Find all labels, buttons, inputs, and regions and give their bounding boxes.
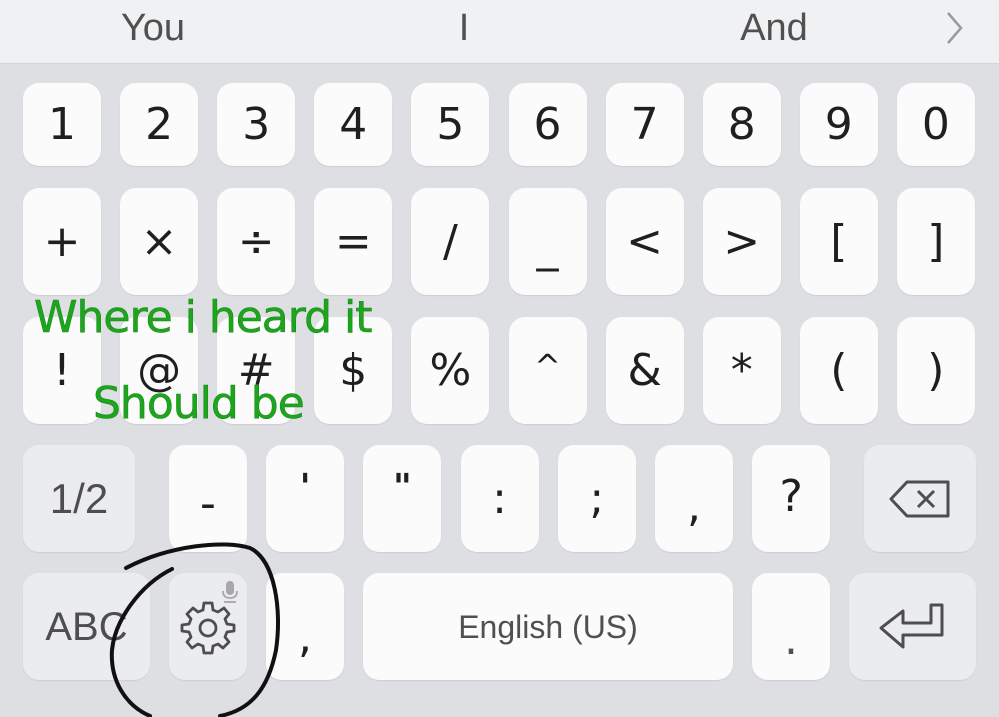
key-label: & bbox=[627, 344, 662, 396]
key-semicolon[interactable]: ; bbox=[557, 445, 636, 552]
key-label: = bbox=[334, 215, 372, 267]
enter-icon bbox=[879, 603, 943, 648]
key-left-paren[interactable]: ( bbox=[799, 317, 878, 424]
key-label: ÷ bbox=[237, 215, 275, 267]
microphone-icon bbox=[222, 581, 238, 603]
key-multiply[interactable]: × bbox=[120, 188, 199, 295]
settings-key[interactable] bbox=[169, 573, 247, 680]
key-label: 2 bbox=[145, 98, 174, 150]
key-apostrophe[interactable]: ' bbox=[266, 445, 345, 552]
key-label: × bbox=[140, 215, 178, 267]
key-label: : bbox=[492, 472, 507, 524]
key-exclamation[interactable]: ! bbox=[23, 317, 101, 424]
comma-label: , bbox=[298, 611, 312, 663]
key-digit-5[interactable]: 5 bbox=[411, 83, 490, 166]
key-right-bracket[interactable]: ] bbox=[896, 188, 975, 295]
key-caret[interactable]: ^ bbox=[508, 317, 587, 424]
key-plus[interactable]: + bbox=[23, 188, 101, 295]
key-label: 4 bbox=[339, 98, 368, 150]
key-divide[interactable]: ÷ bbox=[217, 188, 296, 295]
key-digit-6[interactable]: 6 bbox=[508, 83, 587, 166]
key-label: 6 bbox=[533, 98, 562, 150]
suggestion-bar: You I And bbox=[0, 0, 999, 64]
suggestion-i[interactable]: I bbox=[459, 6, 470, 50]
key-underscore[interactable]: _ bbox=[508, 188, 587, 295]
key-quote[interactable]: " bbox=[363, 445, 442, 552]
key-label: ; bbox=[589, 472, 605, 524]
key-label: [ bbox=[830, 215, 848, 267]
abc-key[interactable]: ABC bbox=[23, 573, 150, 680]
key-comma[interactable]: , bbox=[655, 445, 733, 552]
page-toggle-label: 1/2 bbox=[49, 474, 109, 522]
key-at[interactable]: @ bbox=[120, 317, 199, 424]
backspace-key[interactable] bbox=[864, 445, 976, 552]
key-digit-4[interactable]: 4 bbox=[314, 83, 393, 166]
key-label: 0 bbox=[921, 98, 950, 150]
key-label: * bbox=[730, 344, 753, 396]
key-label: _ bbox=[536, 220, 559, 272]
chevron-right-icon[interactable] bbox=[945, 10, 965, 46]
key-label: / bbox=[442, 215, 458, 267]
key-dollar[interactable]: $ bbox=[314, 317, 393, 424]
key-label: < bbox=[626, 215, 664, 267]
abc-label: ABC bbox=[45, 604, 128, 649]
key-colon[interactable]: : bbox=[460, 445, 539, 552]
key-digit-3[interactable]: 3 bbox=[217, 83, 296, 166]
key-digit-9[interactable]: 9 bbox=[799, 83, 878, 166]
key-label: @ bbox=[137, 344, 182, 396]
key-digit-0[interactable]: 0 bbox=[896, 83, 975, 166]
suggestion-you[interactable]: You bbox=[121, 6, 185, 50]
comma-key[interactable]: , bbox=[266, 573, 344, 680]
key-digit-1[interactable]: 1 bbox=[23, 83, 101, 166]
period-label: . bbox=[784, 613, 798, 665]
key-right-paren[interactable]: ) bbox=[896, 317, 975, 424]
key-less-than[interactable]: < bbox=[605, 188, 684, 295]
key-label: 5 bbox=[436, 98, 465, 150]
key-greater-than[interactable]: > bbox=[702, 188, 781, 295]
space-key[interactable]: English (US) bbox=[363, 573, 733, 680]
key-label: ? bbox=[779, 470, 803, 522]
space-label: English (US) bbox=[458, 608, 638, 645]
key-label: + bbox=[43, 215, 81, 267]
backspace-icon bbox=[889, 480, 950, 517]
key-label: ' bbox=[299, 466, 311, 508]
key-label: 7 bbox=[630, 98, 659, 150]
suggestion-and[interactable]: And bbox=[740, 6, 808, 50]
key-digit-8[interactable]: 8 bbox=[702, 83, 781, 166]
key-slash[interactable]: / bbox=[411, 188, 490, 295]
key-label: , bbox=[687, 480, 701, 532]
key-dash[interactable]: - bbox=[169, 445, 247, 552]
key-asterisk[interactable]: * bbox=[702, 317, 781, 424]
key-question[interactable]: ? bbox=[752, 445, 831, 552]
key-label: ^ bbox=[534, 346, 561, 385]
period-key[interactable]: . bbox=[752, 573, 830, 680]
key-label: 8 bbox=[727, 98, 756, 150]
key-equals[interactable]: = bbox=[314, 188, 393, 295]
key-label: $ bbox=[339, 344, 368, 396]
key-digit-2[interactable]: 2 bbox=[120, 83, 199, 166]
key-label: " bbox=[393, 466, 412, 508]
key-label: - bbox=[200, 477, 216, 529]
key-label: # bbox=[237, 344, 275, 396]
key-ampersand[interactable]: & bbox=[605, 317, 684, 424]
key-left-bracket[interactable]: [ bbox=[799, 188, 878, 295]
key-label: 9 bbox=[824, 98, 853, 150]
key-label: ! bbox=[53, 344, 71, 396]
page-toggle-key[interactable]: 1/2 bbox=[23, 445, 135, 552]
key-label: ] bbox=[927, 215, 945, 267]
key-digit-7[interactable]: 7 bbox=[605, 83, 684, 166]
key-label: ) bbox=[927, 344, 945, 396]
enter-key[interactable] bbox=[849, 573, 976, 680]
key-percent[interactable]: % bbox=[411, 317, 490, 424]
key-label: 3 bbox=[242, 98, 271, 150]
key-label: ( bbox=[830, 344, 848, 396]
key-label: > bbox=[723, 215, 761, 267]
key-label: 1 bbox=[48, 98, 76, 150]
key-label: % bbox=[429, 344, 472, 396]
key-hash[interactable]: # bbox=[217, 317, 296, 424]
gear-icon bbox=[180, 601, 236, 654]
